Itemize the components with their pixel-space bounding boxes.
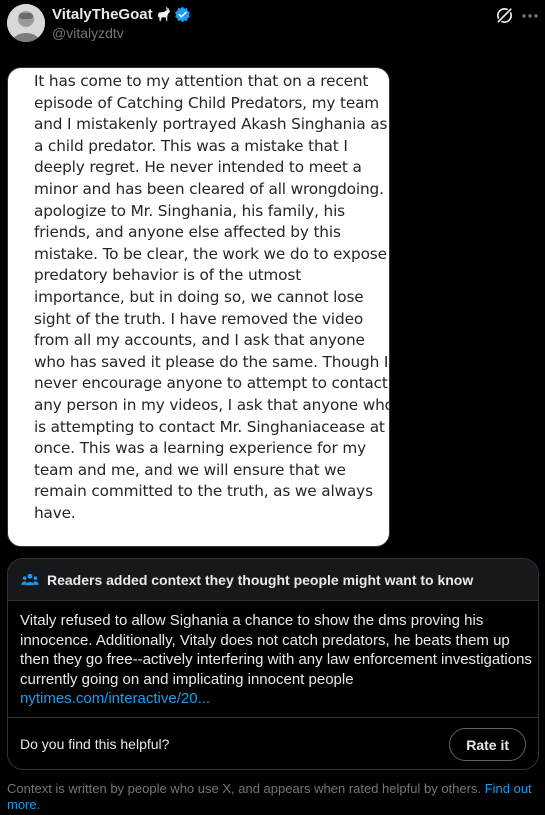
statement-line: remain committed to the truth, as we alw… xyxy=(34,482,373,501)
community-note-title: Readers added context they thought peopl… xyxy=(47,571,474,588)
statement-line: once. This was a learning experience for… xyxy=(34,439,366,458)
statement-line: have. xyxy=(34,503,76,522)
statement-line: sight of the truth. I have removed the v… xyxy=(34,309,364,328)
statement-line: who has saved it please do the same. Tho… xyxy=(34,352,389,371)
author-handle[interactable]: @vitalyzdtv xyxy=(52,25,124,41)
goat-emoji-icon xyxy=(157,6,170,21)
community-note-body: Vitaly refused to allow Sighania a chanc… xyxy=(20,611,532,709)
statement-line: mistake. To be clear, the work we do to … xyxy=(34,244,387,263)
statement-line: importance, but in doing so, we cannot l… xyxy=(34,287,364,306)
avatar[interactable] xyxy=(7,4,45,42)
statement-line: predatory behavior is of the utmost xyxy=(34,266,302,285)
author-display-name[interactable]: VitalyTheGoat xyxy=(52,6,153,23)
community-note-text: Vitaly refused to allow Sighania a chanc… xyxy=(20,612,532,688)
post-header: VitalyTheGoat @vitalyzdtv xyxy=(0,0,545,52)
statement-line: team and me, and we will ensure that we xyxy=(34,460,346,479)
helpful-row: Do you find this helpful? Rate it xyxy=(8,717,538,769)
statement-line: any person in my videos, I ask that anyo… xyxy=(34,395,390,414)
community-note-header: Readers added context they thought peopl… xyxy=(8,559,538,601)
statement-line: is attempting to contact Mr. Singhaniace… xyxy=(34,417,385,436)
helpful-question: Do you find this helpful? xyxy=(20,736,170,752)
author-name-row: VitalyTheGoat xyxy=(52,4,191,24)
statement-line: friends, and anyone else affected by thi… xyxy=(34,223,341,242)
footer-description: Context is written by people who use X, … xyxy=(7,781,482,796)
grok-icon[interactable] xyxy=(495,6,514,25)
statement-line: from all my accounts, and I ask that any… xyxy=(34,331,365,350)
statement-line: apologize to Mr. Singhania, his family, … xyxy=(34,201,345,220)
community-note: Readers added context they thought peopl… xyxy=(7,558,539,770)
statement-line: and I mistakenly portrayed Akash Singhan… xyxy=(34,115,388,134)
statement-line: It has come to my attention that on a re… xyxy=(34,72,369,90)
people-icon xyxy=(21,573,39,585)
statement-line: deeply regret. He never intended to meet… xyxy=(34,158,362,177)
statement-image[interactable]: It has come to my attention that on a re… xyxy=(7,67,390,547)
community-note-source-link[interactable]: nytimes.com/interactive/20... xyxy=(20,690,210,707)
more-options-icon[interactable] xyxy=(519,6,541,26)
statement-line: a child predator. This was a mistake tha… xyxy=(34,136,348,155)
statement-line: episode of Catching Child Predators, my … xyxy=(34,93,380,112)
rate-it-button[interactable]: Rate it xyxy=(449,728,526,761)
statement-line: never encourage anyone to attempt to con… xyxy=(34,374,388,393)
community-note-footer: Context is written by people who use X, … xyxy=(7,781,537,813)
verified-badge-icon xyxy=(174,6,190,22)
statement-text: It has come to my attention that on a re… xyxy=(34,71,390,524)
statement-line: minor and has been cleared of all wrongd… xyxy=(34,179,390,198)
